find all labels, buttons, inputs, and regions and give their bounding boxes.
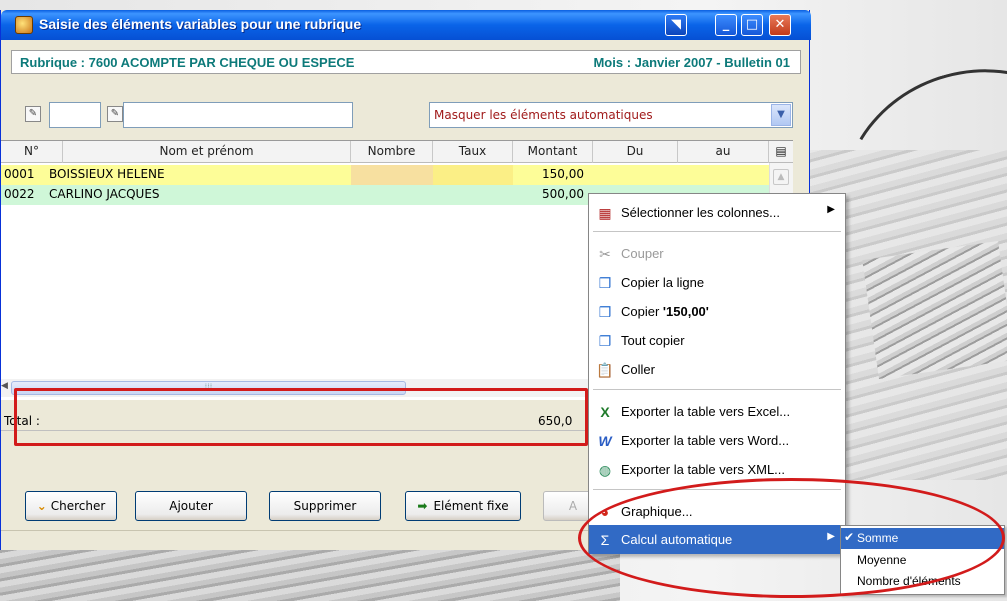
menu-separator xyxy=(593,389,841,390)
menu-label: Coller xyxy=(621,362,655,377)
total-annotation-box xyxy=(14,388,588,446)
menu-item-select-columns[interactable]: ▦ Sélectionner les colonnes... ▶ xyxy=(589,198,845,227)
col-montant[interactable]: Montant xyxy=(513,141,593,163)
menu-item-copy-value[interactable]: ❒ Copier '150,00' xyxy=(589,297,845,326)
xml-icon: ◍ xyxy=(598,462,612,478)
row-montant: 150,00 xyxy=(542,167,584,181)
col-taux[interactable]: Taux xyxy=(433,141,513,163)
copy-icon: ❒ xyxy=(598,275,612,291)
name-search-icon: ✎ xyxy=(107,106,123,122)
menu-label: Exporter la table vers XML... xyxy=(621,462,786,477)
col-au[interactable]: au xyxy=(678,141,769,163)
add-button[interactable]: Ajouter xyxy=(135,491,247,521)
name-search-input[interactable] xyxy=(123,102,353,128)
paste-icon: 📋 xyxy=(596,362,614,378)
row-name: BOISSIEUX HELENE xyxy=(49,167,165,181)
scroll-up-icon[interactable]: ▲ xyxy=(773,169,789,185)
number-search-input[interactable] xyxy=(49,102,101,128)
nombre-cell[interactable] xyxy=(351,165,433,185)
col-name[interactable]: Nom et prénom xyxy=(63,141,351,163)
word-icon: W xyxy=(598,433,612,449)
row-num: 0022 xyxy=(4,187,35,201)
menu-label: Couper xyxy=(621,246,664,261)
delete-button-label: Supprimer xyxy=(293,499,357,513)
window-title: Saisie des éléments variables pour une r… xyxy=(39,16,362,32)
menu-item-paste[interactable]: 📋 Coller xyxy=(589,355,845,384)
fixed-element-button[interactable]: ➡ Elément fixe xyxy=(405,491,521,521)
copy-icon: ❒ xyxy=(598,304,612,320)
col-nombre[interactable]: Nombre xyxy=(351,141,433,163)
scissors-icon: ✂ xyxy=(599,246,611,262)
menu-label: Sélectionner les colonnes... xyxy=(621,205,780,220)
help-button[interactable]: ◥ xyxy=(665,14,687,36)
filter-select-value: Masquer les éléments automatiques xyxy=(434,108,653,122)
menu-item-export-word[interactable]: W Exporter la table vers Word... xyxy=(589,426,845,455)
mois-label: Mois : Janvier 2007 - Bulletin 01 xyxy=(593,55,790,70)
menu-item-cut: ✂ Couper xyxy=(589,239,845,268)
menu-item-copy-all[interactable]: ❐ Tout copier xyxy=(589,326,845,355)
row-name: CARLINO JACQUES xyxy=(49,187,160,201)
excel-icon: X xyxy=(600,404,610,420)
row-montant: 500,00 xyxy=(542,187,584,201)
menu-label: Exporter la table vers Excel... xyxy=(621,404,791,419)
maximize-button[interactable]: □ xyxy=(741,14,763,36)
chevron-down-icon[interactable]: ▼ xyxy=(771,104,791,126)
menu-label: Copier la ligne xyxy=(621,275,705,290)
background-newspaper-bottom xyxy=(0,545,620,601)
add-button-label: Ajouter xyxy=(169,499,213,513)
menu-label: Copier '150,00' xyxy=(621,304,709,319)
menu-item-export-excel[interactable]: X Exporter la table vers Excel... xyxy=(589,397,845,426)
close-button[interactable]: ✕ xyxy=(769,14,791,36)
menu-label: Exporter la table vers Word... xyxy=(621,433,790,448)
row-num: 0001 xyxy=(4,167,35,181)
menu-item-copy-row[interactable]: ❒ Copier la ligne xyxy=(589,268,845,297)
delete-button[interactable]: Supprimer xyxy=(269,491,381,521)
rubrique-label: Rubrique : 7600 ACOMPTE PAR CHEQUE OU ES… xyxy=(20,55,355,70)
filter-select[interactable]: Masquer les éléments automatiques ▼ xyxy=(429,102,793,128)
rubrique-header: Rubrique : 7600 ACOMPTE PAR CHEQUE OU ES… xyxy=(11,50,801,74)
search-button-label: Chercher xyxy=(50,499,106,513)
col-du[interactable]: Du xyxy=(593,141,678,163)
minimize-button[interactable]: _ xyxy=(715,14,737,36)
arrow-right-icon: ➡ xyxy=(417,499,428,513)
menu-label-prefix: Copier xyxy=(621,304,663,319)
scroll-left-icon[interactable]: ◀ xyxy=(1,381,11,395)
copy-all-icon: ❐ xyxy=(598,333,612,349)
search-field-icon: ✎ xyxy=(25,106,41,122)
taux-cell[interactable] xyxy=(433,165,513,185)
search-button[interactable]: ⌄ Chercher xyxy=(25,491,117,521)
app-icon xyxy=(15,16,33,34)
title-bar[interactable]: Saisie des éléments variables pour une r… xyxy=(1,10,811,40)
submenu-arrow-icon: ▶ xyxy=(827,204,835,215)
chevron-down-icon: ⌄ xyxy=(36,499,47,513)
background-newspaper-fold xyxy=(862,241,1007,379)
submenu-annotation-oval xyxy=(578,478,1005,598)
menu-label-value: '150,00' xyxy=(662,304,709,319)
table-header: N° Nom et prénom Nombre Taux Montant Du … xyxy=(1,141,793,163)
menu-label: Tout copier xyxy=(621,333,685,348)
disabled-button-label: A xyxy=(568,499,578,513)
col-num[interactable]: N° xyxy=(1,141,63,163)
table-row[interactable]: 0001 BOISSIEUX HELENE 150,00 xyxy=(1,165,769,185)
columns-icon: ▦ xyxy=(598,205,612,221)
menu-separator xyxy=(593,231,841,232)
column-config-icon[interactable]: ▤ xyxy=(769,141,793,163)
fixed-element-label: Elément fixe xyxy=(433,499,509,513)
